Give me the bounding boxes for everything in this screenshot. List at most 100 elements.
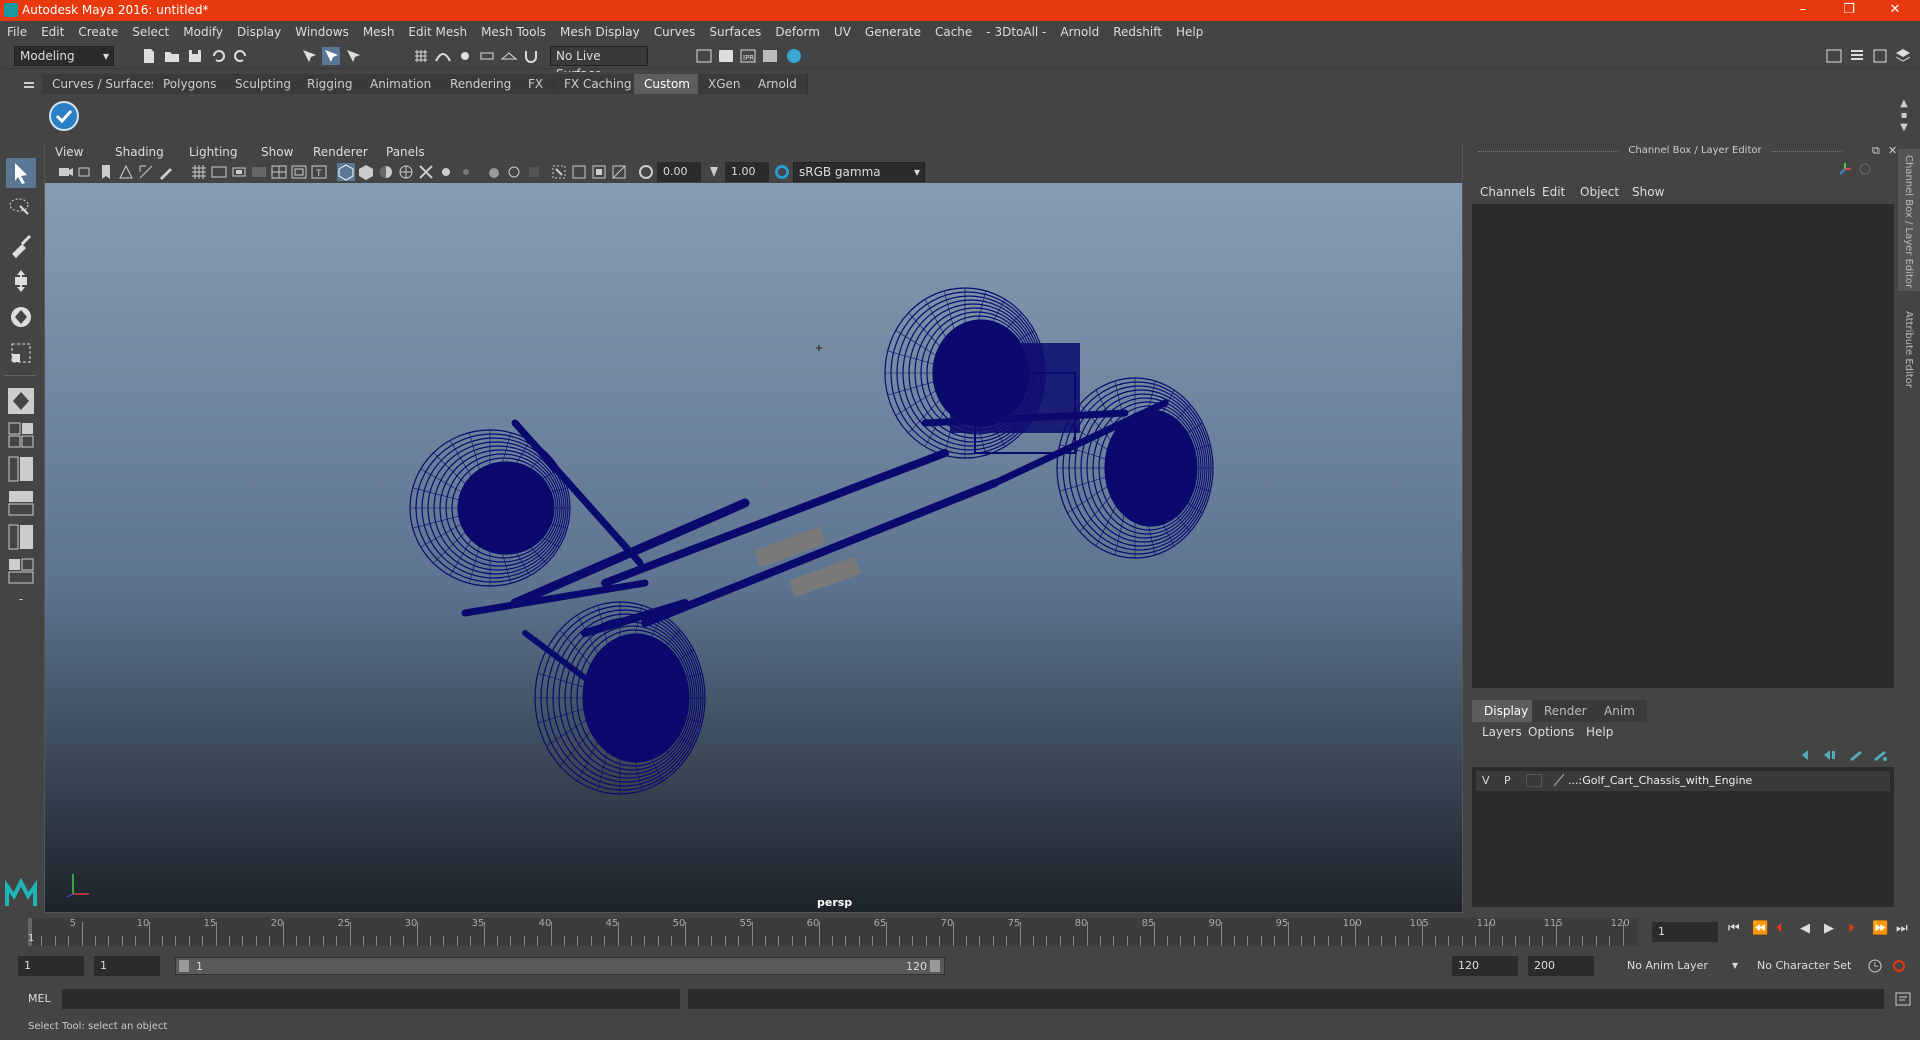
command-input[interactable] xyxy=(62,989,680,1009)
four-view-layout-icon[interactable] xyxy=(8,422,34,448)
render-frame-icon[interactable] xyxy=(717,47,735,65)
time-slider-track[interactable]: 5 10 15 20 25 30 35 40 45 50 55 60 65 70 75 80 85 90 95 100… xyxy=(28,918,1638,946)
menu-cache[interactable]: Cache xyxy=(928,21,979,43)
step-forward-key-icon[interactable]: ⏩ xyxy=(1872,921,1888,936)
tab-curves-surfaces[interactable]: Curves / Surfaces xyxy=(42,74,169,94)
select-hierarchy-icon[interactable] xyxy=(300,47,318,65)
move-tool-icon[interactable] xyxy=(6,266,36,296)
tab-fx[interactable]: FX xyxy=(518,74,555,94)
3d-viewport[interactable]: persp xyxy=(45,183,1462,912)
render-view-icon[interactable] xyxy=(695,47,713,65)
vp-menu-show[interactable]: Show xyxy=(261,145,293,159)
tab-render[interactable]: Render xyxy=(1532,700,1599,722)
character-set-dropdown[interactable]: No Character Set xyxy=(1752,956,1862,976)
close-panel-icon[interactable]: ✕ xyxy=(1888,144,1897,157)
menu-uv[interactable]: UV xyxy=(827,21,858,43)
play-backwards-icon[interactable]: ◀ xyxy=(1800,921,1810,936)
smooth-shade-icon[interactable] xyxy=(357,163,375,181)
cb-menu-show[interactable]: Show xyxy=(1632,185,1664,199)
vp-menu-renderer[interactable]: Renderer xyxy=(313,145,368,159)
gate-mask-icon[interactable] xyxy=(250,163,268,181)
snap-surface-icon[interactable] xyxy=(500,47,518,65)
vp-menu-shading[interactable]: Shading xyxy=(115,145,164,159)
menu-deform[interactable]: Deform xyxy=(768,21,827,43)
menu-windows[interactable]: Windows xyxy=(288,21,356,43)
camera-attributes-icon[interactable] xyxy=(77,163,95,181)
safe-title-icon[interactable]: T xyxy=(310,163,328,181)
toggle-channel-box-icon[interactable] xyxy=(1848,47,1866,65)
gamma-field[interactable]: 1.00 xyxy=(725,162,769,182)
auto-key-icon[interactable] xyxy=(1866,957,1884,975)
tab-fx-caching[interactable]: FX Caching xyxy=(554,74,643,94)
tab-sculpting[interactable]: Sculpting xyxy=(225,74,303,94)
move-layer-down-icon[interactable] xyxy=(1822,748,1838,762)
step-forward-frame-icon[interactable]: ⏵ xyxy=(1848,921,1855,936)
axis-orient-icon[interactable] xyxy=(1838,162,1852,176)
exposure-field[interactable]: 0.00 xyxy=(657,162,701,182)
tab-animation[interactable]: Animation xyxy=(360,74,443,94)
undo-icon[interactable] xyxy=(209,47,227,65)
gamma-icon[interactable] xyxy=(705,163,723,181)
tab-anim[interactable]: Anim xyxy=(1592,700,1647,722)
anti-aliasing-icon[interactable] xyxy=(525,163,543,181)
step-back-key-icon[interactable]: ⏪ xyxy=(1752,921,1768,936)
xray-icon[interactable] xyxy=(417,163,435,181)
go-to-end-icon[interactable]: ⏭ xyxy=(1896,921,1908,936)
rotate-tool-icon[interactable] xyxy=(6,302,36,332)
anim-end-field[interactable]: 200 xyxy=(1528,956,1594,976)
menu-file[interactable]: File xyxy=(0,21,34,43)
tab-rigging[interactable]: Rigging xyxy=(297,74,364,94)
range-start-handle[interactable] xyxy=(179,960,189,972)
xray-active-components-icon[interactable] xyxy=(590,163,608,181)
current-frame-field[interactable]: 1 xyxy=(1652,922,1718,942)
menu-generate[interactable]: Generate xyxy=(858,21,928,43)
new-layer-selected-icon[interactable] xyxy=(1872,748,1888,762)
cb-menu-object[interactable]: Object xyxy=(1580,185,1619,199)
toggle-attribute-editor-icon[interactable] xyxy=(1871,47,1889,65)
single-perspective-layout-icon[interactable] xyxy=(8,388,34,414)
snap-curve-icon[interactable] xyxy=(434,47,452,65)
toggle-layer-editor-icon[interactable] xyxy=(1894,47,1912,65)
exposure-icon[interactable] xyxy=(637,163,655,181)
motion-blur-icon[interactable] xyxy=(505,163,523,181)
layer-playback-toggle[interactable]: P xyxy=(1504,774,1511,787)
command-language-label[interactable]: MEL xyxy=(28,992,51,1005)
layer-visibility-toggle[interactable]: V xyxy=(1482,774,1490,787)
menu-help[interactable]: Help xyxy=(1169,21,1210,43)
layer-type-toggle[interactable] xyxy=(1526,774,1542,787)
playback-end-field[interactable]: 120 xyxy=(1452,956,1518,976)
hypershade-icon[interactable] xyxy=(785,47,803,65)
menu-modify[interactable]: Modify xyxy=(176,21,230,43)
snap-grid-icon[interactable] xyxy=(412,47,430,65)
backface-culling-icon[interactable] xyxy=(610,163,628,181)
vp-menu-view[interactable]: View xyxy=(55,145,83,159)
menu-mesh-display[interactable]: Mesh Display xyxy=(553,21,647,43)
channel-box-content[interactable] xyxy=(1472,204,1894,688)
grid-icon[interactable] xyxy=(190,163,208,181)
grease-pencil-icon[interactable] xyxy=(157,163,175,181)
go-to-start-icon[interactable]: ⏮ xyxy=(1728,921,1740,936)
anim-layer-dropdown[interactable]: No Anim Layer ▾ xyxy=(1622,956,1742,976)
script-editor-icon[interactable] xyxy=(1894,990,1912,1008)
lasso-tool-icon[interactable] xyxy=(6,194,36,224)
close-button[interactable]: ✕ xyxy=(1872,0,1918,21)
outliner-persp-layout-icon[interactable] xyxy=(8,524,34,550)
isolate-select-icon[interactable] xyxy=(550,163,568,181)
redo-icon[interactable] xyxy=(232,47,250,65)
vp-menu-panels[interactable]: Panels xyxy=(386,145,425,159)
view-transform-dropdown[interactable]: sRGB gamma ▾ xyxy=(793,162,925,182)
bookmark-icon[interactable] xyxy=(97,163,115,181)
menu-mesh-tools[interactable]: Mesh Tools xyxy=(474,21,553,43)
menu-surfaces[interactable]: Surfaces xyxy=(702,21,768,43)
cb-menu-channels[interactable]: Channels xyxy=(1480,185,1536,199)
tab-xgen[interactable]: XGen xyxy=(698,74,752,94)
wireframe-icon[interactable] xyxy=(337,163,355,181)
menu-display[interactable]: Display xyxy=(230,21,288,43)
snap-view-plane-icon[interactable] xyxy=(478,47,496,65)
tab-channel-box-vertical[interactable]: Channel Box / Layer Editor xyxy=(1898,149,1920,291)
persp-graph-layout-icon[interactable] xyxy=(8,490,34,516)
shelf-scroll-icon[interactable]: ▲ ▪ ▼ xyxy=(1897,98,1911,134)
ipr-render-icon[interactable]: IPR xyxy=(739,47,757,65)
field-chart-icon[interactable] xyxy=(270,163,288,181)
animation-preferences-icon[interactable] xyxy=(1890,957,1908,975)
